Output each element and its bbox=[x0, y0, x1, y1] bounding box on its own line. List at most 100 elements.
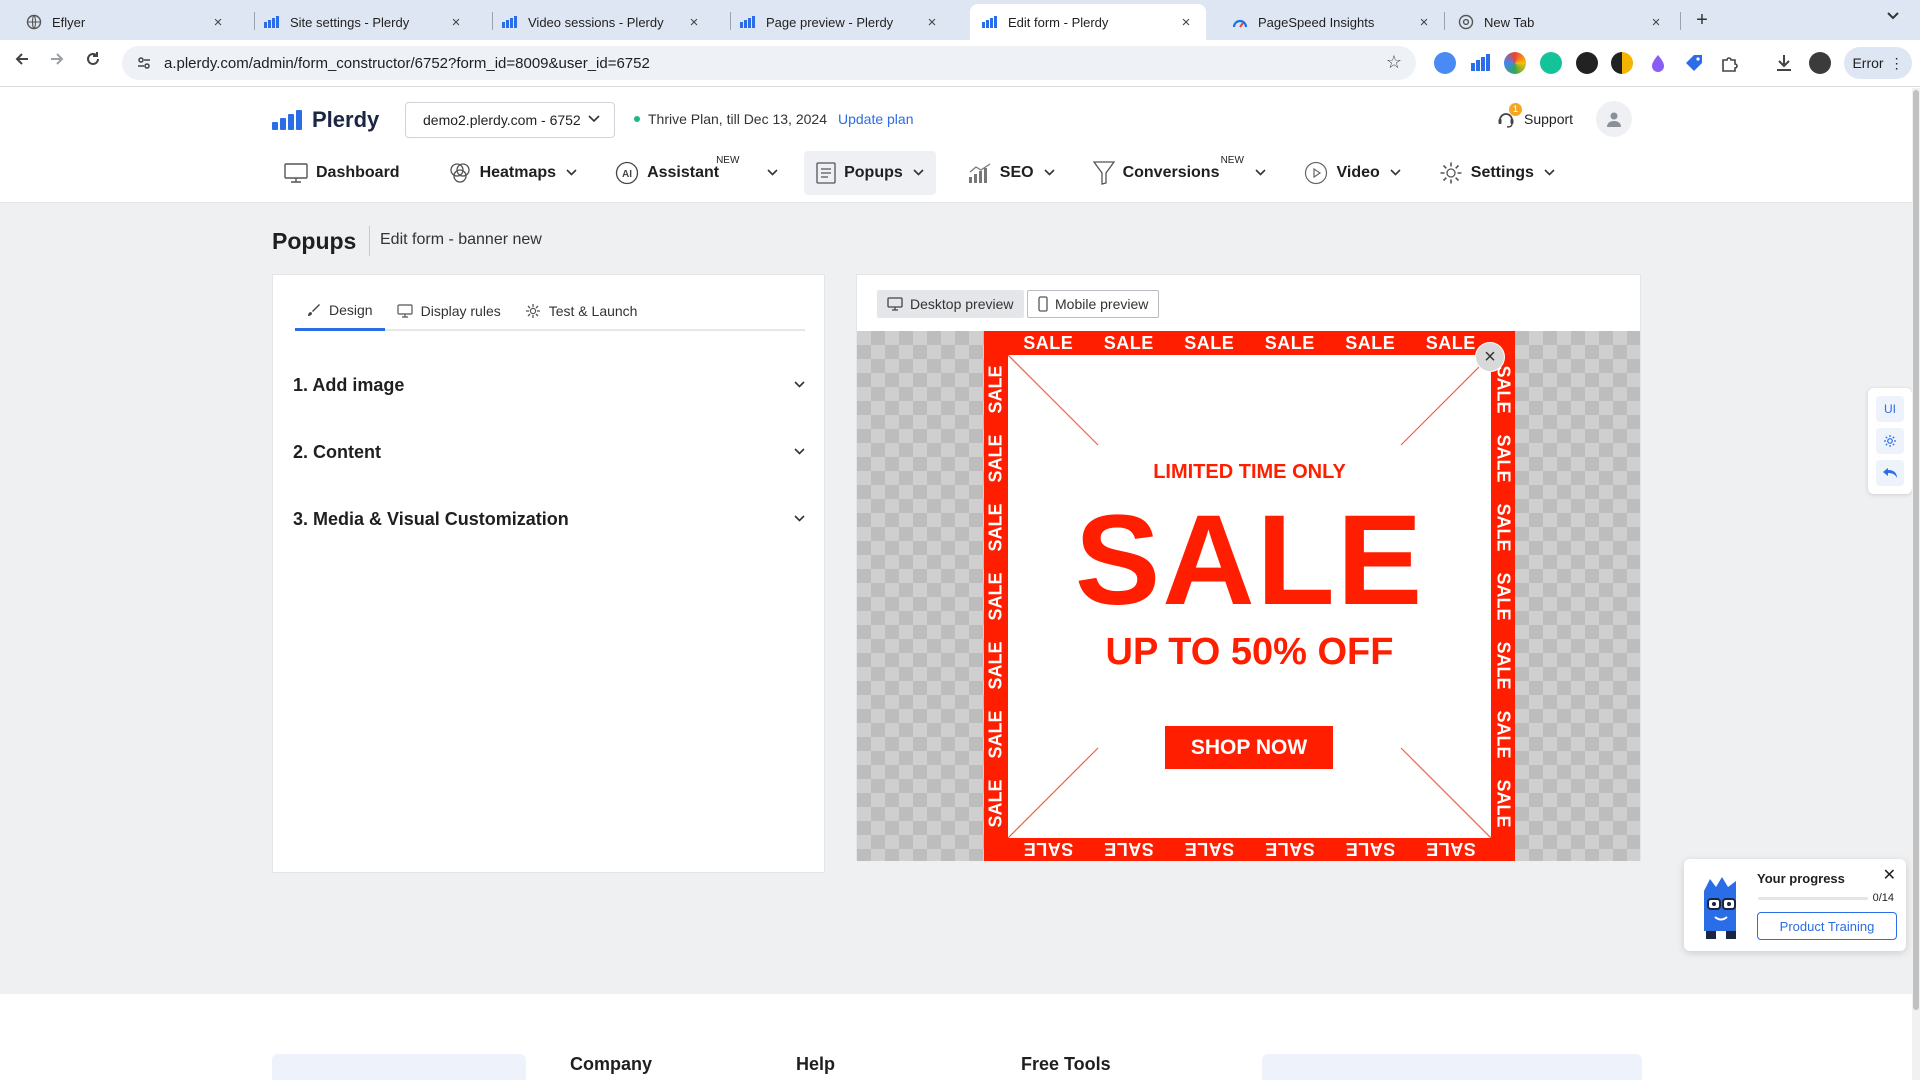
bookmark-star-icon[interactable]: ☆ bbox=[1386, 52, 1402, 73]
close-icon[interactable]: × bbox=[448, 14, 464, 31]
reload-icon[interactable] bbox=[81, 50, 105, 74]
sale-border-word: SALE bbox=[1493, 641, 1514, 690]
scrollbar-thumb[interactable] bbox=[1913, 90, 1919, 1010]
browser-tab-label: Video sessions - Plerdy bbox=[528, 14, 664, 30]
close-icon[interactable]: × bbox=[686, 14, 702, 31]
chevron-down-icon bbox=[913, 167, 924, 179]
close-icon[interactable]: ✕ bbox=[1883, 865, 1896, 885]
shop-now-button[interactable]: SHOP NOW bbox=[1165, 726, 1333, 769]
tab-label: Design bbox=[329, 301, 373, 318]
nav-video[interactable]: Video bbox=[1292, 151, 1412, 195]
browser-tab[interactable]: PageSpeed Insights × bbox=[1206, 4, 1444, 40]
plerdy-extension-icon[interactable] bbox=[1469, 52, 1491, 74]
chevron-down-icon bbox=[566, 167, 577, 179]
site-select[interactable]: demo2.plerdy.com - 6752 bbox=[405, 102, 615, 138]
section-media-visual[interactable]: 3. Media & Visual Customization bbox=[293, 499, 805, 539]
support-button[interactable]: 1 Support bbox=[1496, 103, 1573, 129]
sale-border-word: SALE bbox=[985, 641, 1006, 690]
settings-tool-icon[interactable] bbox=[1876, 428, 1904, 454]
droplet-extension-icon[interactable] bbox=[1647, 52, 1669, 74]
sale-border-word: SALE bbox=[985, 503, 1006, 552]
close-icon[interactable]: × bbox=[1178, 14, 1194, 31]
tab-label: Display rules bbox=[420, 303, 501, 319]
gear-icon bbox=[1439, 161, 1463, 185]
grammarly-extension-icon[interactable] bbox=[1540, 52, 1562, 74]
extension-icon[interactable] bbox=[1576, 52, 1598, 74]
editor-tabs: Design Display rules Test & Launch bbox=[295, 291, 805, 331]
tab-search-chevron-icon[interactable] bbox=[1886, 8, 1900, 24]
close-icon[interactable]: × bbox=[1648, 14, 1664, 31]
site-info-icon[interactable] bbox=[136, 55, 152, 71]
chevron-down-icon bbox=[588, 112, 600, 126]
close-icon[interactable]: × bbox=[1416, 14, 1432, 31]
browser-tab[interactable]: Site settings - Plerdy × bbox=[238, 4, 476, 40]
ui-tool-button[interactable]: UI bbox=[1876, 396, 1904, 422]
update-plan-link[interactable]: Update plan bbox=[838, 111, 914, 127]
tab-divider bbox=[1680, 12, 1681, 30]
product-training-button[interactable]: Product Training bbox=[1757, 912, 1897, 940]
tab-display-rules[interactable]: Display rules bbox=[385, 291, 513, 331]
progress-count: 0/14 bbox=[1872, 892, 1894, 904]
desktop-preview-label: Desktop preview bbox=[910, 296, 1014, 312]
desktop-preview-button[interactable]: Desktop preview bbox=[877, 290, 1024, 318]
tab-test-launch[interactable]: Test & Launch bbox=[513, 291, 650, 331]
extension-icon[interactable] bbox=[1434, 52, 1456, 74]
svg-text:AI: AI bbox=[622, 169, 632, 180]
browser-tab[interactable]: Video sessions - Plerdy × bbox=[476, 4, 714, 40]
new-tab-button[interactable]: + bbox=[1690, 8, 1714, 32]
nav-settings[interactable]: Settings bbox=[1427, 151, 1567, 195]
chevron-down-icon bbox=[1043, 167, 1055, 179]
plerdy-logo[interactable]: Plerdy bbox=[272, 107, 379, 133]
browser-tab[interactable]: New Tab × bbox=[1444, 4, 1676, 40]
tab-design[interactable]: Design bbox=[295, 291, 385, 331]
browser-tab-label: New Tab bbox=[1484, 14, 1535, 30]
forward-icon[interactable] bbox=[45, 50, 69, 74]
sale-border-word: SALE bbox=[1345, 839, 1396, 860]
download-icon[interactable] bbox=[1773, 52, 1795, 74]
error-label: Error bbox=[1852, 55, 1884, 71]
plan-status-dot bbox=[634, 116, 640, 122]
sale-border-word: SALE bbox=[1103, 839, 1154, 860]
browser-tab-active[interactable]: Edit form - Plerdy × bbox=[970, 4, 1206, 40]
play-icon bbox=[1304, 161, 1328, 185]
nav-seo[interactable]: SEO bbox=[956, 151, 1067, 195]
nav-dashboard[interactable]: Dashboard bbox=[272, 151, 412, 195]
browser-tab[interactable]: Eflyer × bbox=[0, 4, 238, 40]
nav-assistant[interactable]: AI Assistant NEW bbox=[603, 151, 790, 195]
sale-border-word: SALE bbox=[1345, 332, 1396, 353]
sale-border-word: SALE bbox=[1493, 779, 1514, 828]
error-menu-button[interactable]: Error ⋮ bbox=[1844, 47, 1912, 79]
undo-icon[interactable] bbox=[1876, 460, 1904, 486]
popup-content: LIMITED TIME ONLY SALE UP TO 50% OFF SHO… bbox=[1008, 355, 1491, 838]
puzzle-extensions-icon[interactable] bbox=[1719, 52, 1741, 74]
close-icon[interactable]: × bbox=[210, 14, 226, 31]
mascot-icon bbox=[1696, 873, 1746, 946]
section-add-image[interactable]: 1. Add image bbox=[293, 365, 805, 405]
section-title: 1. Add image bbox=[293, 374, 405, 395]
chevron-down-icon bbox=[794, 377, 805, 391]
footer-card bbox=[1262, 1054, 1642, 1080]
profile-avatar[interactable] bbox=[1809, 52, 1831, 74]
close-icon[interactable]: × bbox=[924, 14, 940, 31]
tag-extension-icon[interactable] bbox=[1683, 52, 1705, 74]
section-title: 3. Media & Visual Customization bbox=[293, 508, 569, 529]
extension-icon[interactable] bbox=[1611, 52, 1633, 74]
sale-border-word: SALE bbox=[1425, 839, 1476, 860]
nav-popups[interactable]: Popups bbox=[804, 151, 936, 195]
page-footer: Company Help Free Tools bbox=[0, 994, 1920, 1080]
globe-icon bbox=[26, 14, 42, 30]
back-icon[interactable] bbox=[10, 50, 34, 74]
browser-tab[interactable]: Page preview - Plerdy × bbox=[714, 4, 952, 40]
popup-close-icon[interactable]: × bbox=[1475, 342, 1505, 372]
nav-conversions[interactable]: Conversions NEW bbox=[1081, 151, 1279, 195]
nav-heatmaps[interactable]: Heatmaps bbox=[436, 151, 589, 195]
sale-border-word: SALE bbox=[1103, 332, 1154, 353]
nav-label: Popups bbox=[844, 164, 903, 181]
section-content[interactable]: 2. Content bbox=[293, 432, 805, 472]
user-avatar[interactable] bbox=[1596, 101, 1632, 137]
color-picker-extension-icon[interactable] bbox=[1504, 52, 1526, 74]
plerdy-icon bbox=[982, 14, 998, 30]
mobile-preview-button[interactable]: Mobile preview bbox=[1027, 290, 1160, 318]
address-bar[interactable]: a.plerdy.com/admin/form_constructor/6752… bbox=[122, 46, 1416, 80]
page-scrollbar[interactable] bbox=[1912, 88, 1920, 1080]
